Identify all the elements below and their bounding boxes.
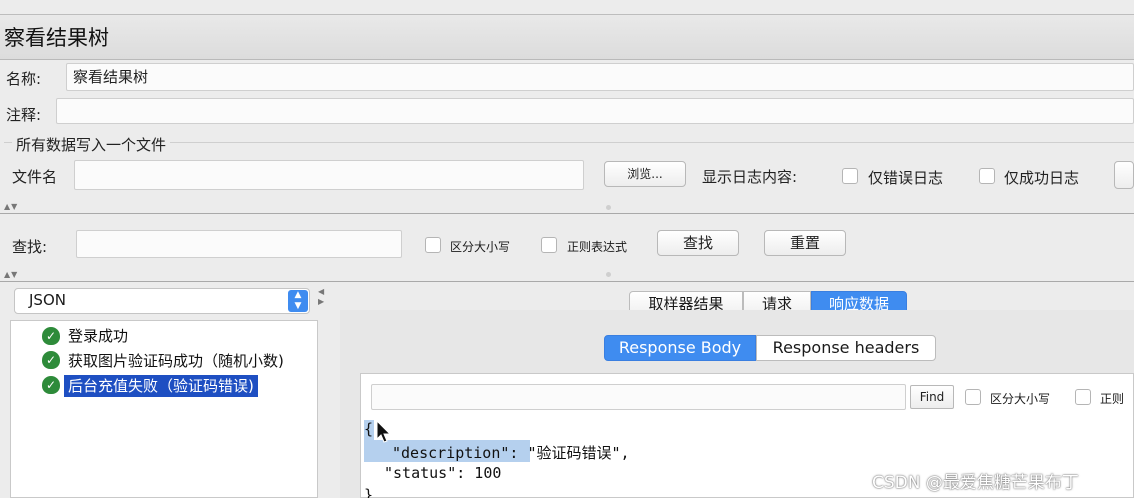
window-title: 察看结果树 bbox=[4, 26, 109, 50]
filename-label: 文件名 bbox=[12, 168, 58, 186]
json-description-key: "description" bbox=[392, 444, 510, 462]
tree-item-login[interactable]: 登录成功 bbox=[68, 325, 128, 347]
search-case-checkbox[interactable] bbox=[425, 237, 441, 253]
splitter2-arrows-icon[interactable]: ▲▼ bbox=[4, 270, 18, 279]
tab-response-body[interactable]: Response Body bbox=[604, 335, 756, 361]
file-section-border bbox=[4, 142, 1134, 143]
reset-button[interactable]: 重置 bbox=[764, 230, 846, 256]
tree-item-captcha[interactable]: 获取图片验证码成功（随机小数) bbox=[68, 350, 284, 372]
search-case-label: 区分大小写 bbox=[450, 240, 511, 254]
panel-collapse-arrows-icon[interactable]: ◀ ▶ bbox=[318, 287, 324, 307]
splitter2-handle-icon[interactable] bbox=[606, 272, 611, 277]
select-arrows-icon: ▲ ▼ bbox=[288, 290, 308, 312]
response-regex-label: 正则 bbox=[1100, 392, 1125, 406]
success-shield-icon: ✓ bbox=[42, 376, 60, 394]
json-description-line: "description": "验证码错误", bbox=[392, 442, 630, 463]
splitter-handle-icon[interactable] bbox=[606, 205, 611, 210]
search-regex-label: 正则表达式 bbox=[567, 240, 628, 254]
response-case-label: 区分大小写 bbox=[990, 392, 1051, 406]
name-input[interactable]: 察看结果树 bbox=[66, 63, 1134, 91]
tree-item-recharge-selected[interactable]: 后台充值失败（验证码错误) bbox=[64, 375, 258, 397]
watermark: CSDN @最爱焦糖芒果布丁 bbox=[872, 473, 1079, 493]
filename-input[interactable] bbox=[74, 160, 584, 190]
browse-button[interactable]: 浏览... bbox=[604, 161, 686, 187]
splitter-arrows-icon[interactable]: ▲▼ bbox=[4, 202, 18, 211]
json-colon: : bbox=[509, 444, 528, 462]
log-content-label: 显示日志内容: bbox=[702, 168, 798, 186]
splitter-line bbox=[0, 213, 1134, 214]
view-results-tree-window: 察看结果树 名称: 察看结果树 注释: 所有数据写入一个文件 文件名 浏览...… bbox=[0, 0, 1134, 498]
mouse-cursor-icon bbox=[376, 420, 392, 443]
comment-input[interactable] bbox=[56, 98, 1134, 124]
find-button[interactable]: 查找 bbox=[657, 230, 739, 256]
renderer-select-value: JSON bbox=[29, 291, 66, 309]
title-bar bbox=[0, 14, 1134, 60]
response-find-button[interactable]: Find bbox=[910, 385, 954, 409]
search-regex-checkbox[interactable] bbox=[541, 237, 557, 253]
response-regex-checkbox[interactable] bbox=[1075, 389, 1091, 405]
json-status-line: "status": 100 bbox=[384, 464, 502, 482]
response-search-input[interactable] bbox=[371, 384, 906, 410]
search-input[interactable] bbox=[76, 230, 402, 258]
success-shield-icon: ✓ bbox=[42, 327, 60, 345]
success-only-label: 仅成功日志 bbox=[1004, 169, 1080, 187]
configure-button[interactable] bbox=[1114, 161, 1134, 189]
errors-only-checkbox[interactable] bbox=[842, 168, 858, 184]
json-close-brace: } bbox=[364, 486, 374, 498]
json-description-value: "验证码错误", bbox=[527, 444, 630, 462]
json-open-brace: { bbox=[364, 420, 374, 440]
response-case-checkbox[interactable] bbox=[965, 389, 981, 405]
file-section-legend: 所有数据写入一个文件 bbox=[12, 134, 171, 155]
name-label: 名称: bbox=[6, 70, 42, 88]
search-label: 查找: bbox=[12, 238, 48, 256]
errors-only-label: 仅错误日志 bbox=[868, 169, 944, 187]
tab-response-headers[interactable]: Response headers bbox=[756, 335, 936, 361]
renderer-select[interactable]: JSON ▲ ▼ bbox=[14, 288, 310, 314]
comment-label: 注释: bbox=[6, 106, 42, 124]
splitter2-line bbox=[0, 281, 1134, 282]
success-only-checkbox[interactable] bbox=[979, 168, 995, 184]
success-shield-icon: ✓ bbox=[42, 351, 60, 369]
results-tree[interactable] bbox=[10, 320, 318, 498]
